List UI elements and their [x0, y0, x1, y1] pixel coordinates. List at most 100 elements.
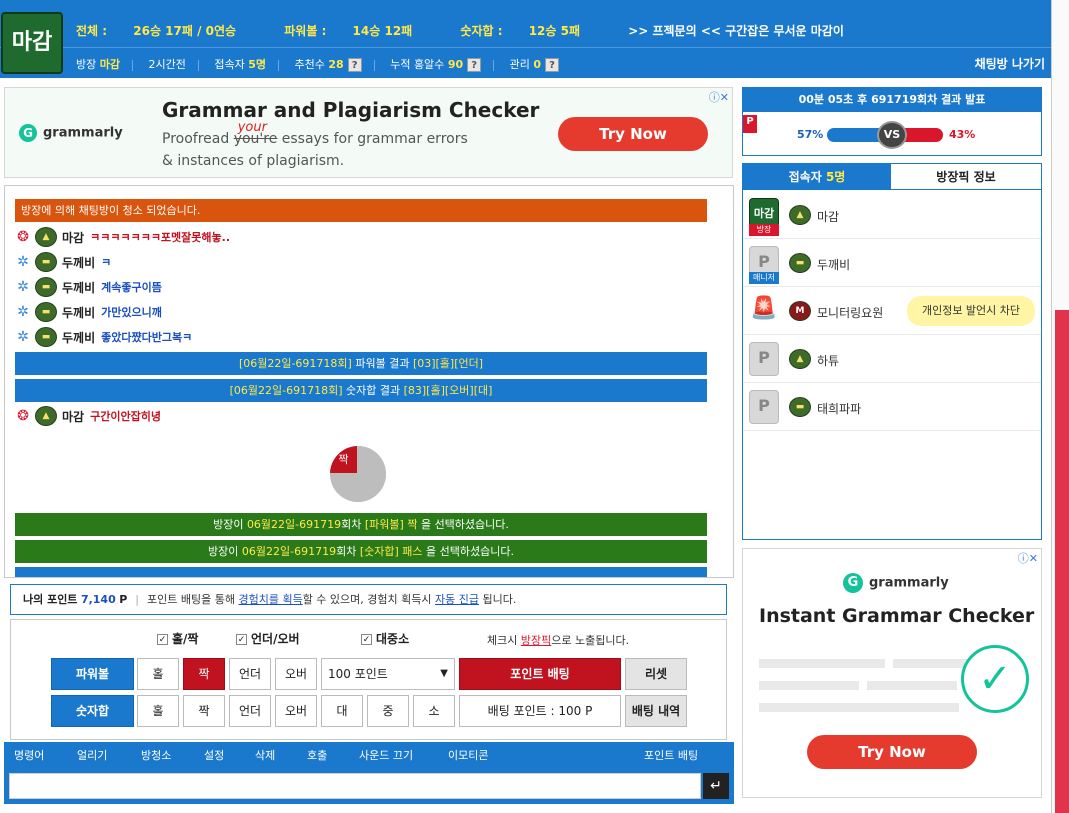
bet-points-display: 배팅 포인트 : 100 P	[459, 695, 621, 727]
toolbar-item-call[interactable]: 호출	[307, 747, 327, 763]
clear-notice: 방장에 의해 채팅방이 청소 되었습니다.	[15, 199, 707, 222]
auto-promote-link[interactable]: 자동 진급	[435, 593, 479, 606]
chat-message: ❂ ▲ 마감 ㅋㅋㅋㅋㅋㅋㅋ포멧잘못해놓..	[15, 227, 230, 247]
under-button[interactable]: 언더	[229, 658, 271, 690]
room-title: >> 프젝문의 << 구간잡은 무서운 마감이	[628, 24, 844, 38]
pie-slice	[330, 475, 357, 502]
tab-users[interactable]: 접속자 5명	[743, 164, 891, 190]
leave-room-button[interactable]: 채팅방 나가기	[975, 55, 1045, 72]
level-icon: ▲	[35, 227, 57, 247]
ad-placeholder-line	[759, 681, 859, 690]
point-bet-button[interactable]: 포인트 배팅	[459, 658, 621, 690]
header-divider	[0, 47, 1051, 48]
side-ad-banner[interactable]: ⓘ✕ Ggrammarly Instant Grammar Checker ✓ …	[742, 548, 1042, 798]
stat-total: 전체 : 26승 17패 / 0연승	[76, 24, 237, 38]
owner-pick-numbersum: 방장이 06월22일-691719회차 [숫자합] 패스 을 선택하셨습니다.	[15, 540, 707, 563]
chat-input[interactable]	[9, 773, 701, 799]
toolbar-item-emoticon[interactable]: 이모티콘	[448, 747, 488, 763]
level-icon: ▬	[35, 252, 57, 272]
user-row[interactable]: P ▲ 하튜	[743, 335, 1041, 383]
user-row[interactable]: P 매니저 ▬ 두깨비	[743, 239, 1041, 287]
bet-history-button[interactable]: 배팅 내역	[625, 695, 687, 727]
toolbar-item-settings[interactable]: 설정	[204, 747, 224, 763]
room-logo: 마감	[1, 12, 63, 74]
reset-button[interactable]: 리셋	[625, 658, 687, 690]
user-name: 두깨비	[817, 258, 851, 272]
chat-message: ✲ ▬ 두께비 좋았다쨨다반그복ㅋ	[15, 327, 192, 347]
user-row[interactable]: 🚨 M 모니터링요원 개인정보 발언시 차단	[743, 287, 1041, 335]
ad-title: Instant Grammar Checker	[759, 605, 1035, 627]
size-checkbox[interactable]: ✓ 대중소	[361, 630, 409, 647]
user-row[interactable]: 마감 방장 ▲ 마감	[743, 191, 1041, 239]
my-points-bar: 나의 포인트 7,140 P | 포인트 배팅을 통해 경험치를 획득할 수 있으며…	[10, 584, 727, 615]
room-duration: 2시간전	[148, 58, 186, 71]
toolbar-item-clear[interactable]: 방청소	[141, 747, 171, 763]
room-stats: 전체 : 26승 17패 / 0연승 파워볼 : 14승 12패 숫자합 : 1…	[76, 22, 866, 39]
tab-owner-pick[interactable]: 방장픽 정보	[891, 164, 1041, 190]
viewers-info: 접속자 5명	[214, 58, 267, 71]
send-icon[interactable]: ↵	[703, 773, 729, 799]
chat-area[interactable]: 방장에 의해 채팅방이 청소 되었습니다. ❂ ▲ 마감 ㅋㅋㅋㅋㅋㅋㅋ포멧잘못해놓.…	[4, 185, 734, 578]
pick-pie-chart: 짝	[330, 446, 386, 502]
help-icon[interactable]: ?	[545, 58, 560, 72]
top-ad-banner[interactable]: ⓘ✕ Ggrammarly Grammar and Plagiarism Che…	[4, 87, 733, 178]
even-button[interactable]: 짝	[183, 695, 225, 727]
toolbar-item-delete[interactable]: 삭제	[255, 747, 275, 763]
under-button[interactable]: 언더	[229, 695, 271, 727]
user-row[interactable]: P ▬ 태희파파	[743, 383, 1041, 431]
result-panel: 00분 05초 후 691719회차 결과 발표 P 57% VS 43%	[742, 87, 1042, 156]
powerball-label: 파워볼	[51, 658, 134, 690]
stat-powerball: 파워볼 : 14승 12패	[284, 24, 413, 38]
odd-button[interactable]: 홀	[137, 695, 179, 727]
user-name: 하튜	[817, 354, 840, 368]
toolbar-item-sound-off[interactable]: 사운드 끄기	[359, 747, 413, 763]
exp-link[interactable]: 경험치를 획득	[238, 593, 302, 606]
vs-badge: VS	[877, 121, 907, 149]
even-button[interactable]: 짝	[183, 658, 225, 690]
help-icon[interactable]: ?	[467, 58, 482, 72]
chat-message: ✲ ▬ 두께비 가만있으니깨	[15, 302, 162, 322]
hits-info: 누적 홍알수 90?	[390, 56, 482, 72]
numbersum-result: [06월22일-691718회] 숫자합 결과 [83][홀][오버][대]	[15, 379, 707, 402]
ad-try-now-button[interactable]: Try Now	[807, 735, 977, 769]
ad-choices-icon[interactable]: ⓘ✕	[1018, 550, 1038, 566]
medium-button[interactable]: 중	[367, 695, 409, 727]
over-button[interactable]: 오버	[275, 695, 317, 727]
numbersum-label: 숫자합	[51, 695, 134, 727]
manager-icon: ✲	[17, 329, 29, 345]
room-info: 방장 마감 2시간전 접속자 5명 추천수 28? 누적 홍알수 90? 관리 …	[76, 56, 571, 72]
toolbar-item-freeze[interactable]: 얼리기	[77, 747, 107, 763]
avatar: P	[749, 342, 779, 376]
points-select[interactable]: 100 포인트 ▼	[321, 658, 455, 690]
toolbar-item-commands[interactable]: 명령어	[14, 747, 44, 763]
user-name: 태희파파	[817, 402, 862, 416]
siren-icon: 🚨	[749, 294, 779, 328]
betting-panel: ✓ 홀/짝 ✓ 언더/오버 ✓ 대중소 체크시 방장픽으로 노출됩니다. 파워볼 홀 …	[10, 619, 727, 740]
toolbar-item-point-bet[interactable]: 포인트 배팅	[644, 747, 698, 763]
big-button[interactable]: 대	[321, 695, 363, 727]
user-name: 마감	[817, 210, 840, 224]
level-icon: ▬	[789, 253, 811, 273]
right-percent: 43%	[949, 128, 976, 141]
chevron-down-icon: ▼	[440, 668, 448, 679]
chat-message: ✲ ▬ 두께비 ㅋ	[15, 252, 111, 272]
oddeven-checkbox[interactable]: ✓ 홀/짝	[157, 630, 198, 647]
manage-info: 관리 0?	[510, 56, 560, 72]
over-button[interactable]: 오버	[275, 658, 317, 690]
manager-icon: ✲	[17, 254, 29, 270]
small-button[interactable]: 소	[413, 695, 455, 727]
ad-placeholder-line	[867, 681, 957, 690]
underover-checkbox[interactable]: ✓ 언더/오버	[236, 630, 300, 647]
pie-slice	[359, 475, 386, 502]
grammarly-logo-icon: G	[19, 124, 37, 142]
ad-title: Grammar and Plagiarism Checker	[162, 98, 540, 122]
level-icon: ▲	[789, 205, 811, 225]
help-icon[interactable]: ?	[347, 58, 362, 72]
owner-icon: ❂	[17, 229, 29, 245]
avatar: P	[749, 390, 779, 424]
ad-brand: Ggrammarly	[19, 124, 123, 142]
ad-try-now-button[interactable]: Try Now	[558, 117, 708, 151]
ad-choices-icon[interactable]: ⓘ✕	[709, 89, 729, 105]
odd-button[interactable]: 홀	[137, 658, 179, 690]
pie-slice	[359, 446, 386, 473]
